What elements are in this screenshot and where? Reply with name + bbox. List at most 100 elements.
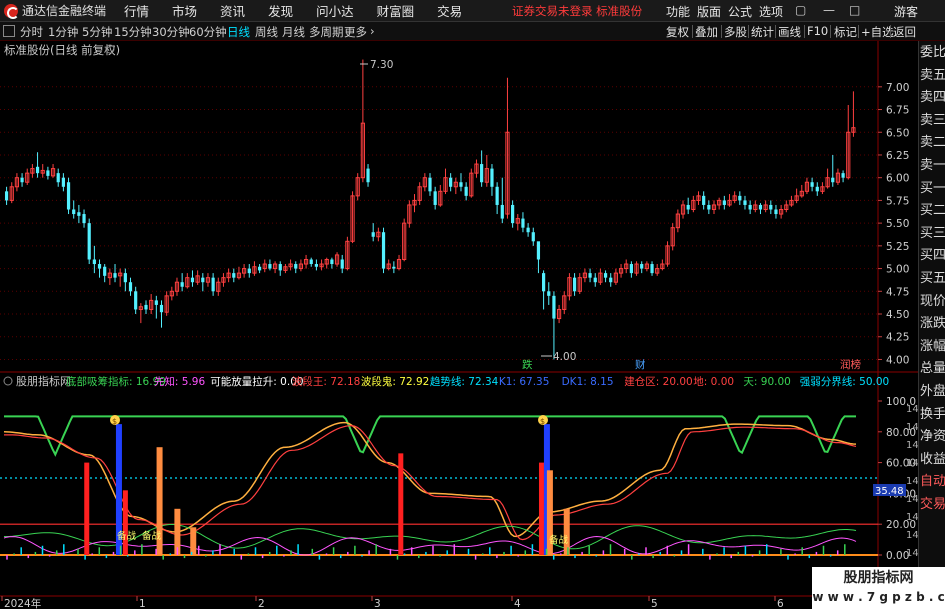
price-tick-label: 7.00	[886, 82, 909, 94]
candle-body	[640, 264, 644, 269]
menu-function[interactable]: 功能	[666, 3, 690, 20]
menu-wealth-circle[interactable]: 财富圈	[377, 1, 415, 20]
menu-quotes[interactable]: 行情	[124, 1, 149, 20]
candle-body	[831, 177, 835, 183]
period-1min[interactable]: 1分钟	[48, 24, 78, 40]
candle-body	[609, 277, 613, 283]
menu-formula[interactable]: 公式	[728, 3, 752, 20]
candle-body	[294, 264, 298, 269]
candle-body	[495, 186, 499, 205]
badge-fall[interactable]: 跌	[522, 358, 533, 371]
menu-news[interactable]: 资讯	[220, 1, 245, 20]
side-item[interactable]: 卖一	[920, 156, 945, 176]
time-strip-label: 14:56	[906, 476, 918, 487]
side-item[interactable]: 买五	[920, 269, 945, 289]
watermark-url: w w w . 7 g p z b . c o m	[812, 590, 945, 609]
user-guest[interactable]: 游客	[894, 3, 918, 20]
price-tick-label: 4.00	[886, 354, 909, 366]
menu-ask[interactable]: 问小达	[316, 1, 354, 20]
candle-body	[46, 170, 50, 176]
tool-mark[interactable]: 标记	[834, 24, 857, 40]
indicator-settings-icon[interactable]	[3, 376, 13, 386]
candle-body	[547, 291, 551, 296]
menu-trade[interactable]: 交易	[437, 1, 462, 20]
prepare-mark: 备战	[117, 530, 137, 542]
candle-body	[748, 204, 752, 210]
period-30min[interactable]: 30分钟	[152, 24, 190, 40]
tool-draw[interactable]: 画线	[778, 24, 801, 40]
side-item[interactable]: 换手	[920, 405, 945, 425]
side-item[interactable]: 卖四	[920, 88, 945, 108]
indicator-label: 波段鬼: 72.92	[361, 375, 429, 388]
candle-body	[66, 182, 71, 210]
window-minimize-icon[interactable]: —	[823, 3, 835, 17]
side-item[interactable]: 自动	[920, 472, 945, 492]
side-item[interactable]: 净资	[920, 427, 945, 447]
tool-back[interactable]: 返回	[893, 24, 916, 40]
period-weekly[interactable]: 周线	[255, 24, 278, 40]
candle-body	[702, 195, 706, 205]
side-item[interactable]: 买三	[920, 224, 945, 244]
period-60min[interactable]: 60分钟	[189, 24, 227, 40]
app-title: 通达信金融终端	[22, 4, 107, 18]
side-item[interactable]: 收益	[920, 450, 945, 470]
low-marker: 4.00	[541, 351, 576, 363]
title-bar: 通达信金融终端 行情 市场 资讯 发现 问小达 财富圈 交易 证券交易未登录 标…	[0, 0, 945, 22]
kline-chart[interactable]: 7.00 6.75 6.50 6.25 6.00 5.75 5.50 5.25 5.00 4.75…	[0, 41, 918, 609]
period-15min[interactable]: 15分钟	[114, 24, 152, 40]
current-value: 35.48	[875, 486, 904, 497]
period-multi[interactable]: 多周期	[309, 24, 344, 40]
tool-stats[interactable]: 统计	[751, 24, 774, 40]
candle-body	[268, 264, 272, 269]
candle-body	[278, 264, 282, 271]
tool-multi-stock[interactable]: 多股	[724, 24, 747, 40]
tool-add-watchlist[interactable]: +自选	[861, 24, 894, 40]
menu-options[interactable]: 选项	[759, 3, 783, 20]
time-strip-label: 14:56	[906, 440, 918, 451]
candle-body	[247, 268, 251, 274]
period-monthly[interactable]: 月线	[282, 24, 305, 40]
period-daily[interactable]: 日线	[227, 24, 250, 40]
side-item[interactable]: 卖三	[920, 111, 945, 131]
indicator-label: K1: 67.35	[499, 376, 550, 388]
side-item[interactable]: 现价	[920, 292, 945, 312]
menu-layout[interactable]: 版面	[697, 3, 721, 20]
trade-login-notice[interactable]: 证券交易未登录 标准股份	[512, 3, 642, 19]
candle-body	[428, 177, 432, 192]
period-more-chevron-icon[interactable]: ›	[370, 24, 375, 38]
side-item[interactable]: 委比	[920, 43, 945, 63]
tool-divider	[775, 25, 776, 38]
side-item[interactable]: 外盘	[920, 382, 945, 402]
badge-finance[interactable]: 财	[635, 358, 646, 371]
window-maximize-icon[interactable]: □	[849, 3, 860, 17]
candle-body	[588, 273, 592, 278]
candle-body	[572, 277, 577, 292]
period-timeshare[interactable]: 分时	[20, 24, 43, 40]
candle-body	[593, 277, 597, 283]
side-item[interactable]: 买一	[920, 179, 945, 199]
tool-f10[interactable]: F10	[807, 24, 828, 38]
candle-body	[309, 259, 313, 265]
side-item[interactable]: 总量	[920, 359, 945, 379]
side-item[interactable]: 买四	[920, 246, 945, 266]
panel-toggle-icon[interactable]	[3, 25, 15, 37]
window-menu-icon[interactable]: ▢	[795, 3, 806, 17]
period-5min[interactable]: 5分钟	[82, 24, 112, 40]
tool-overlay[interactable]: 叠加	[695, 24, 718, 40]
period-more[interactable]: 更多	[344, 24, 367, 40]
indicator-label: 波段王: 72.18	[292, 375, 360, 388]
badge-rank[interactable]: 润榜	[840, 358, 861, 371]
side-item[interactable]: 卖五	[920, 66, 945, 86]
side-item[interactable]: 交易	[920, 495, 945, 515]
signal-bar-orange	[190, 527, 197, 555]
side-item[interactable]: 涨跌	[920, 314, 945, 334]
time-strip-label: 14:56	[906, 512, 918, 523]
side-item[interactable]: 买二	[920, 201, 945, 221]
tool-adjust[interactable]: 复权	[666, 24, 689, 40]
candle-body	[722, 200, 726, 205]
side-item[interactable]: 卖二	[920, 133, 945, 153]
indicator-label: 趋势线: 72.34	[430, 375, 499, 388]
side-item[interactable]: 涨幅	[920, 337, 945, 357]
menu-market[interactable]: 市场	[172, 1, 197, 20]
menu-discover[interactable]: 发现	[268, 1, 293, 20]
